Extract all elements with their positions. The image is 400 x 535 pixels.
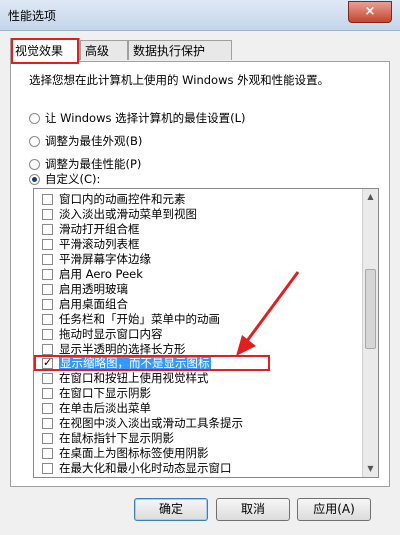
option-label: 在桌面上为图标标签使用阴影 (59, 446, 209, 460)
option-label: 淡入淡出或滑动菜单到视图 (59, 207, 197, 221)
list-item[interactable]: 在桌面上为图标标签使用阴影 (34, 446, 364, 461)
option-label: 在单击后淡出菜单 (59, 401, 151, 415)
checkbox[interactable] (42, 269, 53, 280)
list-item[interactable]: 在单击后淡出菜单 (34, 401, 364, 416)
checkbox[interactable] (42, 239, 53, 250)
radio-button[interactable] (29, 113, 40, 124)
radio-best-performance[interactable]: 调整为最佳性能(P) (29, 156, 141, 172)
list-item[interactable]: 启用 Aero Peek (34, 267, 364, 282)
tab-advanced[interactable]: 高级 (80, 40, 128, 60)
apply-button[interactable]: 应用(A) (297, 498, 371, 521)
checkbox[interactable] (42, 224, 53, 235)
radio-label: 调整为最佳外观(B) (45, 134, 143, 148)
list-item[interactable]: 平滑滚动列表框 (34, 237, 364, 252)
checkbox[interactable] (42, 433, 53, 444)
checkbox[interactable] (42, 448, 53, 459)
list-item[interactable]: 在窗口和按钮上使用视觉样式 (34, 371, 364, 386)
radio-button[interactable] (29, 159, 40, 170)
checkbox[interactable] (42, 299, 53, 310)
scroll-down-icon[interactable]: ▼ (363, 461, 378, 477)
ok-button[interactable]: 确定 (134, 498, 208, 521)
cancel-button[interactable]: 取消 (216, 498, 290, 521)
checkbox[interactable] (42, 329, 53, 340)
option-label: 在窗口下显示阴影 (59, 386, 151, 400)
radio-button[interactable] (29, 174, 40, 185)
option-label: 在视图中淡入淡出或滑动工具条提示 (59, 416, 243, 430)
checkbox[interactable] (42, 284, 53, 295)
option-label: 启用透明玻璃 (59, 282, 128, 296)
option-label: 平滑滚动列表框 (59, 237, 140, 251)
option-label: 滑动打开组合框 (59, 222, 140, 236)
radio-best-appearance[interactable]: 调整为最佳外观(B) (29, 133, 142, 149)
radio-label: 自定义(C): (45, 172, 101, 186)
radio-let-windows-choose[interactable]: 让 Windows 选择计算机的最佳设置(L) (29, 110, 246, 126)
option-label: 任务栏和「开始」菜单中的动画 (59, 312, 220, 326)
option-label: 启用桌面组合 (59, 297, 128, 311)
window-title: 性能选项 (8, 9, 57, 23)
checkbox[interactable] (42, 194, 53, 205)
list-item[interactable]: 拖动时显示窗口内容 (34, 327, 364, 342)
list-item[interactable]: 滑动打开组合框 (34, 222, 364, 237)
option-label: 显示半透明的选择长方形 (59, 342, 186, 356)
list-item[interactable]: 任务栏和「开始」菜单中的动画 (34, 312, 364, 327)
visual-effects-panel: 选择您想在此计算机上使用的 Windows 外观和性能设置。 让 Windows… (10, 61, 390, 487)
option-label: 在最大化和最小化时动态显示窗口 (59, 461, 232, 475)
panel-description: 选择您想在此计算机上使用的 Windows 外观和性能设置。 (29, 73, 330, 87)
list-item[interactable]: 启用透明玻璃 (34, 282, 364, 297)
list-item[interactable]: 在窗口下显示阴影 (34, 386, 364, 401)
title-bar: 性能选项 × (0, 0, 400, 31)
option-label: 平滑屏幕字体边缘 (59, 252, 151, 266)
checkbox[interactable] (42, 314, 53, 325)
option-label: 窗口内的动画控件和元素 (59, 192, 186, 206)
list-item[interactable]: 在鼠标指针下显示阴影 (34, 431, 364, 446)
list-item[interactable]: 窗口内的动画控件和元素 (34, 192, 364, 207)
checkbox[interactable] (42, 388, 53, 399)
close-icon[interactable]: × (348, 1, 392, 23)
checkbox[interactable] (42, 418, 53, 429)
list-item[interactable]: 在最大化和最小化时动态显示窗口 (34, 461, 364, 476)
tab-annotation-box (11, 38, 79, 64)
radio-custom[interactable]: 自定义(C): (29, 171, 100, 187)
checkbox[interactable] (42, 463, 53, 474)
option-label: 拖动时显示窗口内容 (59, 327, 163, 341)
scroll-thumb[interactable] (365, 269, 376, 349)
checkbox[interactable] (42, 344, 53, 355)
radio-label: 让 Windows 选择计算机的最佳设置(L) (45, 111, 246, 125)
checkbox[interactable] (42, 373, 53, 384)
checkbox[interactable] (42, 254, 53, 265)
list-item[interactable]: 在视图中淡入淡出或滑动工具条提示 (34, 416, 364, 431)
radio-button[interactable] (29, 136, 40, 147)
tab-data-execution-prevention[interactable]: 数据执行保护 (128, 40, 232, 60)
selection-annotation-box (34, 355, 270, 371)
list-item[interactable]: 淡入淡出或滑动菜单到视图 (34, 207, 364, 222)
radio-label: 调整为最佳性能(P) (45, 157, 142, 171)
list-scrollbar[interactable]: ▲ ▼ (362, 189, 378, 477)
checkbox[interactable] (42, 209, 53, 220)
list-item[interactable]: 启用桌面组合 (34, 297, 364, 312)
option-label: 在鼠标指针下显示阴影 (59, 431, 174, 445)
effects-list: 窗口内的动画控件和元素 淡入淡出或滑动菜单到视图 滑动打开组合框 平滑滚动列表框… (33, 188, 379, 478)
checkbox[interactable] (42, 403, 53, 414)
list-item[interactable]: 平滑屏幕字体边缘 (34, 252, 364, 267)
scroll-up-icon[interactable]: ▲ (363, 189, 378, 205)
option-label: 启用 Aero Peek (59, 267, 143, 281)
option-label: 在窗口和按钮上使用视觉样式 (59, 371, 209, 385)
